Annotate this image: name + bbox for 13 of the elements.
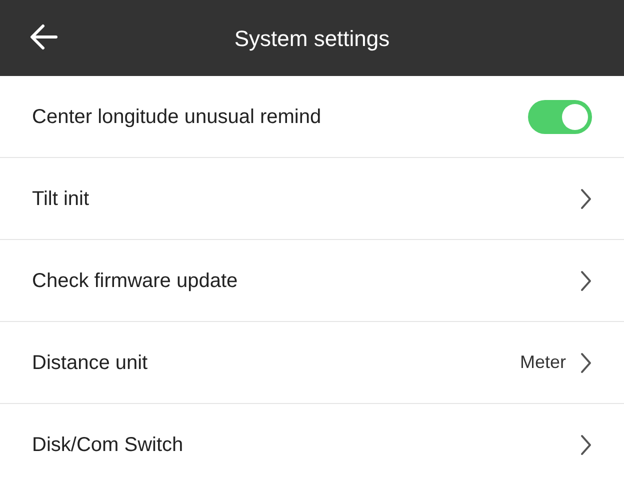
header-title: System settings <box>234 24 390 53</box>
chevron-right-icon <box>580 434 592 456</box>
row-label: Disk/Com Switch <box>32 432 184 458</box>
chevron-right-icon <box>580 270 592 292</box>
back-arrow-icon[interactable] <box>30 23 58 51</box>
row-label: Check firmware update <box>32 268 239 294</box>
chevron-right-icon <box>580 352 592 374</box>
chevron-right-icon <box>580 188 592 210</box>
row-value: Meter <box>520 351 566 374</box>
row-label: Center longitude unusual remind <box>32 104 322 130</box>
toggle-switch[interactable] <box>528 100 592 134</box>
row-label: Tilt init <box>32 186 90 212</box>
row-label: Distance unit <box>32 350 149 376</box>
